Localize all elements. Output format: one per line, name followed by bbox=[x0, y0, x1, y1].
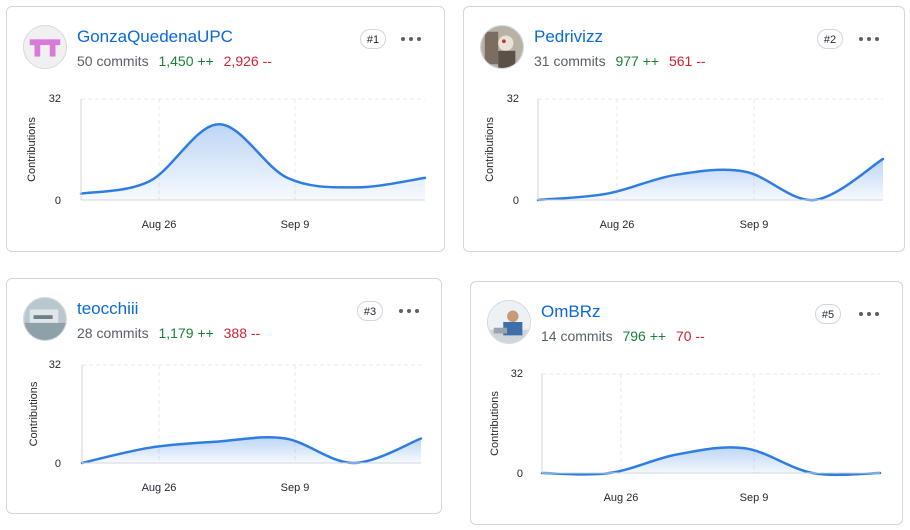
contributor-card: GonzaQuedenaUPC 50 commits 1,450 ++ 2,92… bbox=[6, 6, 445, 252]
contributor-card: teocchiii 28 commits 1,179 ++ 388 -- #3 … bbox=[6, 278, 442, 514]
x-tick-label: Aug 26 bbox=[142, 482, 177, 494]
x-tick-label: Sep 9 bbox=[281, 482, 310, 494]
y-tick-label: 0 bbox=[517, 468, 523, 480]
y-tick-label: 32 bbox=[511, 368, 523, 380]
x-tick-label: Aug 26 bbox=[600, 219, 635, 231]
y-axis-label: Contributions bbox=[484, 117, 496, 182]
y-tick-label: 0 bbox=[55, 195, 61, 207]
y-tick-label: 0 bbox=[513, 195, 519, 207]
contributions-chart: 32 0 Contributions Aug 26 Sep 9 bbox=[489, 368, 882, 504]
x-tick-label: Sep 9 bbox=[740, 492, 769, 504]
contributions-chart: 32 0 Contributions Aug 26 Sep 9 bbox=[26, 93, 427, 231]
y-tick-label: 32 bbox=[49, 93, 61, 105]
contributor-card: OmBRz 14 commits 796 ++ 70 -- #5 32 0 Cont… bbox=[470, 281, 903, 525]
contributions-chart: 32 0 Contributions Aug 26 Sep 9 bbox=[484, 93, 885, 231]
x-tick-label: Aug 26 bbox=[604, 492, 639, 504]
y-tick-label: 32 bbox=[507, 93, 519, 105]
contributions-chart: 32 0 Contributions Aug 26 Sep 9 bbox=[28, 359, 423, 494]
series-area bbox=[542, 447, 880, 475]
y-axis-label: Contributions bbox=[26, 117, 38, 182]
x-tick-label: Sep 9 bbox=[740, 219, 769, 231]
series-area bbox=[81, 124, 425, 200]
y-axis-label: Contributions bbox=[28, 381, 40, 446]
y-tick-label: 0 bbox=[55, 458, 61, 470]
x-tick-label: Sep 9 bbox=[281, 219, 310, 231]
y-tick-label: 32 bbox=[49, 359, 61, 371]
y-axis-label: Contributions bbox=[489, 391, 501, 456]
contributor-card: Pedrivizz 31 commits 977 ++ 561 -- #2 32… bbox=[463, 6, 905, 252]
x-tick-label: Aug 26 bbox=[142, 219, 177, 231]
